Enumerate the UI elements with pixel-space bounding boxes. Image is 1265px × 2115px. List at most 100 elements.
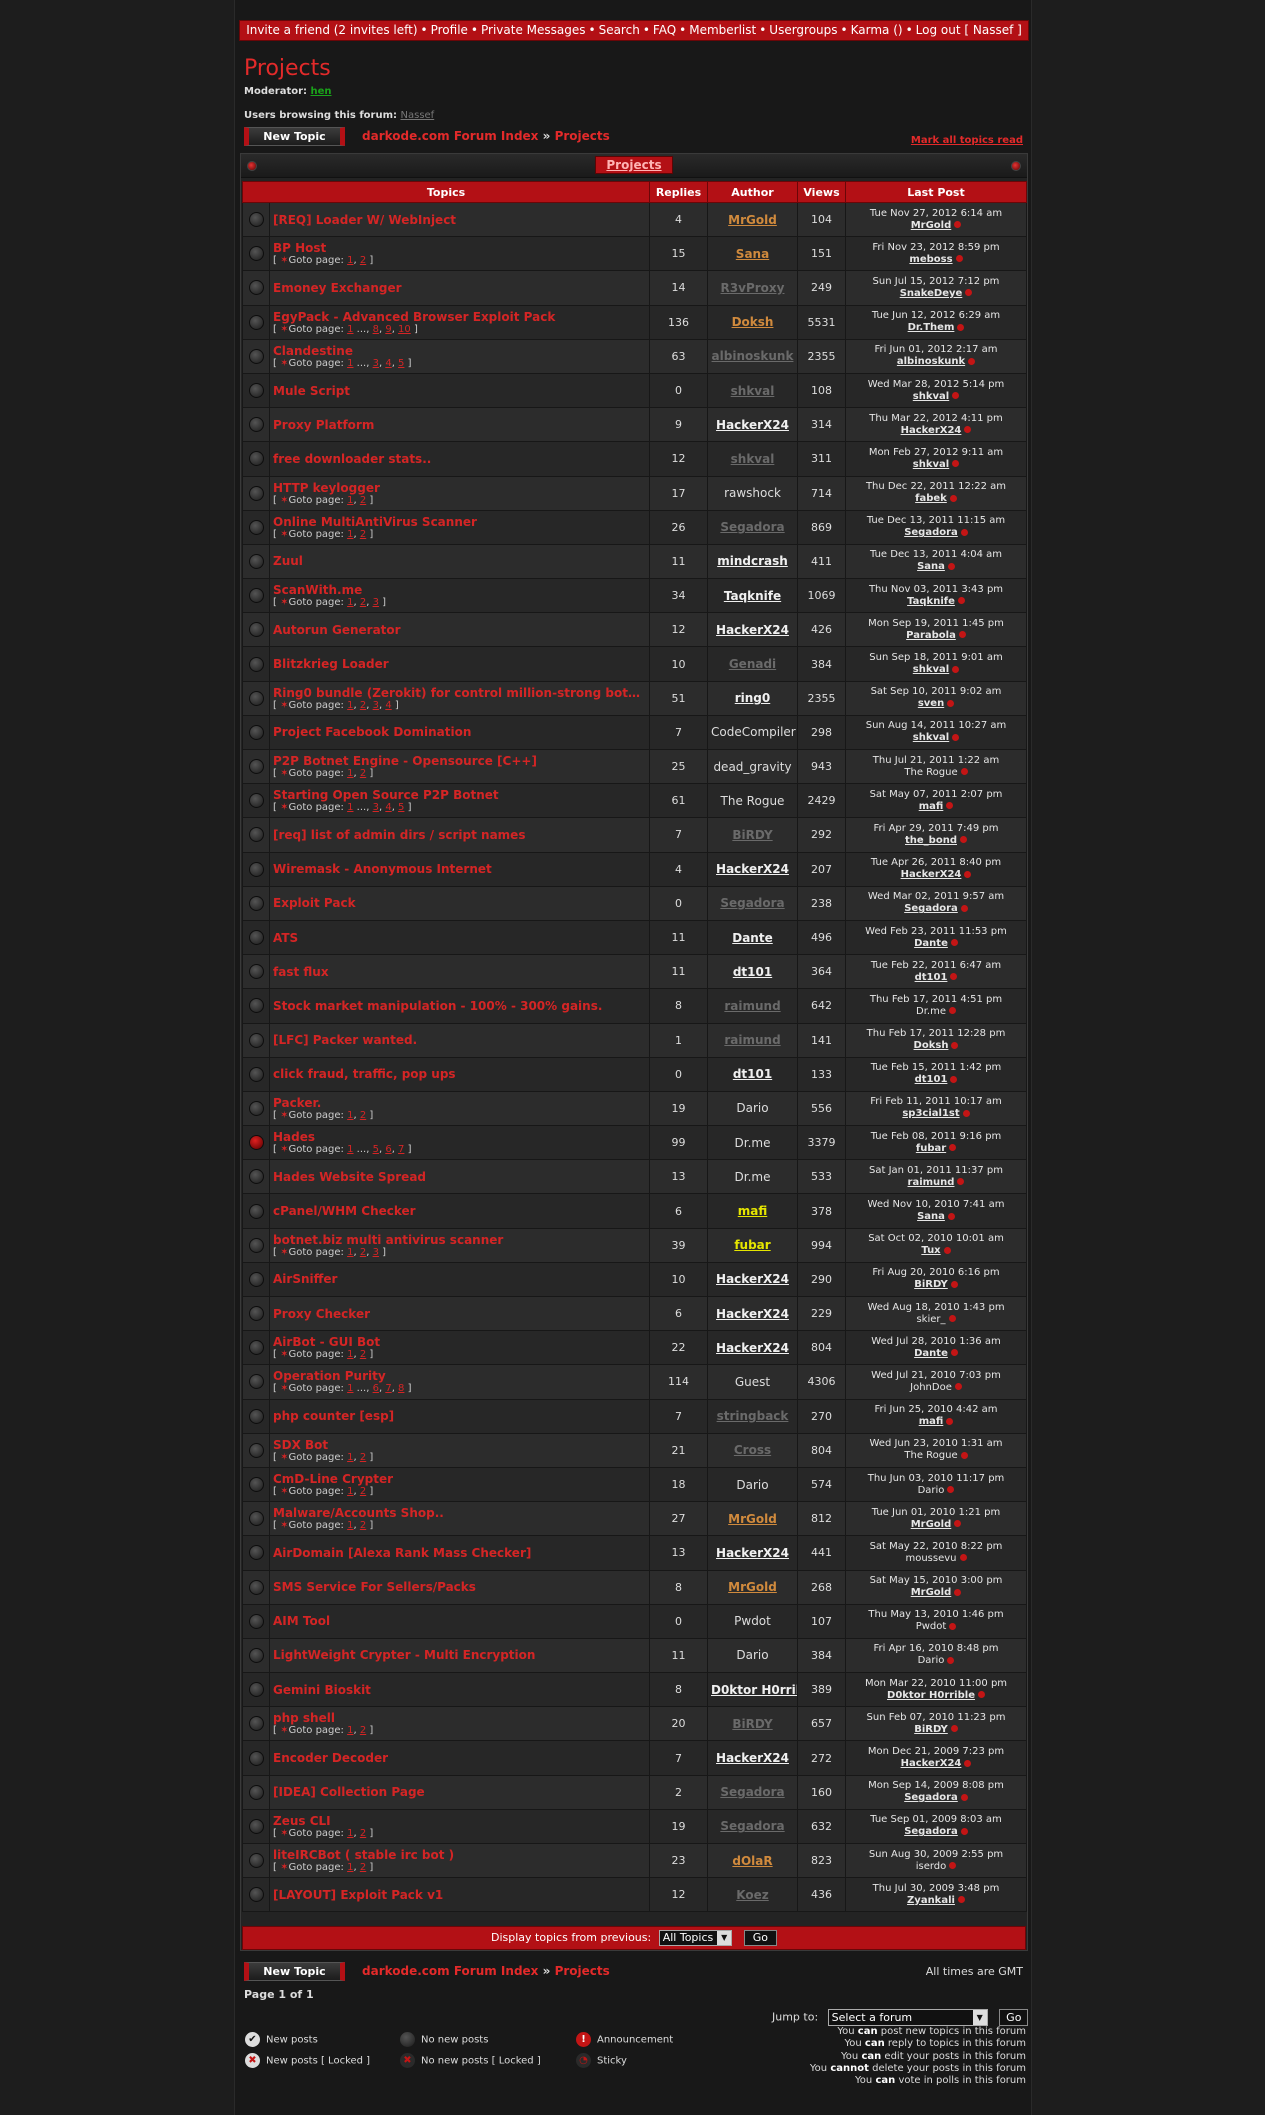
last-post-author[interactable]: HackerX24 [901,425,962,436]
topic-title-link[interactable]: Starting Open Source P2P Botnet [273,788,646,802]
topic-title-link[interactable]: Project Facebook Domination [273,725,646,739]
author-link[interactable]: HackerX24 [716,1341,789,1355]
goto-page-link[interactable]: 2 [360,1247,366,1258]
goto-page-link[interactable]: 1 [347,700,353,711]
goto-page-link[interactable]: 5 [398,802,404,813]
topic-title-link[interactable]: free downloader stats.. [273,452,646,466]
view-latest-post-icon[interactable] [952,392,960,400]
last-post-author[interactable]: Parabola [906,630,956,641]
view-latest-post-icon[interactable] [954,1588,962,1596]
view-latest-post-icon[interactable] [947,562,955,570]
view-latest-post-icon[interactable] [950,1725,958,1733]
view-latest-post-icon[interactable] [946,1417,954,1425]
author-link[interactable]: HackerX24 [716,1546,789,1560]
view-latest-post-icon[interactable] [959,1554,967,1562]
view-latest-post-icon[interactable] [954,221,962,229]
topic-title-link[interactable]: [LFC] Packer wanted. [273,1033,646,1047]
goto-page-link[interactable]: 2 [360,529,366,540]
last-post-author[interactable]: shkval [913,391,949,402]
view-latest-post-icon[interactable] [952,460,960,468]
view-latest-post-icon[interactable] [960,528,968,536]
author-link[interactable]: BiRDY [732,828,772,842]
author-link[interactable]: Segadora [720,520,784,534]
topic-title-link[interactable]: Zuul [273,554,646,568]
last-post-author[interactable]: HackerX24 [901,869,962,880]
view-latest-post-icon[interactable] [964,1759,972,1767]
author-link[interactable]: HackerX24 [716,1751,789,1765]
goto-page-link[interactable]: 3 [373,802,379,813]
topic-title-link[interactable]: AirBot - GUI Bot [273,1335,646,1349]
view-latest-post-icon[interactable] [949,494,957,502]
breadcrumb-current[interactable]: Projects [555,129,610,143]
author-link[interactable]: HackerX24 [716,862,789,876]
goto-page-link[interactable]: 2 [360,495,366,506]
author-link[interactable]: Segadora [720,1785,784,1799]
nav-link-4[interactable]: FAQ [653,23,676,37]
moderator-link[interactable]: hen [311,86,332,97]
view-latest-post-icon[interactable] [957,1896,965,1904]
last-post-author[interactable]: Sana [917,561,945,572]
author-link[interactable]: shkval [731,452,775,466]
view-latest-post-icon[interactable] [960,1793,968,1801]
view-latest-post-icon[interactable] [950,1349,958,1357]
nav-link-0[interactable]: Invite a friend (2 invites left) [246,23,417,37]
view-latest-post-icon[interactable] [950,973,958,981]
view-latest-post-icon[interactable] [960,836,967,844]
view-latest-post-icon[interactable] [950,1075,958,1083]
last-post-author[interactable]: Dr.Them [908,322,955,333]
view-latest-post-icon[interactable] [946,802,954,810]
author-link[interactable]: D0ktor H0rrible [711,1683,797,1697]
nav-link-6[interactable]: Usergroups [769,23,837,37]
view-latest-post-icon[interactable] [947,1212,955,1220]
jump-forum-select[interactable]: Select a forum ▼ [827,2009,988,2026]
goto-page-link[interactable]: 2 [360,1725,366,1736]
topic-title-link[interactable]: Malware/Accounts Shop.. [273,1506,646,1520]
topic-title-link[interactable]: Proxy Checker [273,1307,646,1321]
last-post-author[interactable]: D0ktor H0rrible [887,1690,975,1701]
goto-page-link[interactable]: 2 [360,1828,366,1839]
goto-page-link[interactable]: 1 [347,1486,353,1497]
author-link[interactable]: stringback [717,1409,789,1423]
topic-title-link[interactable]: php counter [esp] [273,1409,646,1423]
author-link[interactable]: R3vProxy [721,281,785,295]
goto-page-link[interactable]: 1 [347,1383,353,1394]
topic-title-link[interactable]: Operation Purity [273,1369,646,1383]
author-link[interactable]: MrGold [728,1512,777,1526]
view-latest-post-icon[interactable] [949,1144,957,1152]
goto-page-link[interactable]: 3 [373,1247,379,1258]
topic-title-link[interactable]: [IDEA] Collection Page [273,1785,646,1799]
new-topic-button[interactable]: New Topic [244,127,345,146]
author-link[interactable]: MrGold [728,1580,777,1594]
author-link[interactable]: Doksh [732,315,774,329]
topic-title-link[interactable]: AirDomain [Alexa Rank Mass Checker] [273,1546,646,1560]
topic-title-link[interactable]: Hades [273,1130,646,1144]
goto-page-link[interactable]: 6 [385,1144,391,1155]
view-latest-post-icon[interactable] [957,323,965,331]
view-latest-post-icon[interactable] [950,1280,958,1288]
goto-page-link[interactable]: 2 [360,1452,366,1463]
goto-page-link[interactable]: 1 [347,1862,353,1873]
goto-page-link[interactable]: 1 [347,1110,353,1121]
last-post-author[interactable]: dt101 [915,1074,948,1085]
topic-title-link[interactable]: Blitzkrieg Loader [273,657,646,671]
topic-title-link[interactable]: CmD-Line Crypter [273,1472,646,1486]
topic-title-link[interactable]: SMS Service For Sellers/Packs [273,1580,646,1594]
breadcrumb-forum-index[interactable]: darkode.com Forum Index [362,1964,538,1978]
topic-title-link[interactable]: Clandestine [273,344,646,358]
topic-title-link[interactable]: P2P Botnet Engine - Opensource [C++] [273,754,646,768]
last-post-author[interactable]: MrGold [911,1519,952,1530]
breadcrumb-current[interactable]: Projects [555,1964,610,1978]
topic-title-link[interactable]: Hades Website Spread [273,1170,646,1184]
author-link[interactable]: Koez [736,1888,768,1902]
author-link[interactable]: dt101 [733,965,772,979]
goto-page-link[interactable]: 4 [385,358,391,369]
view-latest-post-icon[interactable] [948,1007,956,1015]
author-link[interactable]: Dante [732,931,772,945]
author-link[interactable]: HackerX24 [716,1272,789,1286]
topic-title-link[interactable]: [LAYOUT] Exploit Pack v1 [273,1888,646,1902]
goto-page-link[interactable]: 3 [373,597,379,608]
view-latest-post-icon[interactable] [960,904,968,912]
topic-title-link[interactable]: Proxy Platform [273,418,646,432]
goto-page-link[interactable]: 1 [347,1144,353,1155]
goto-page-link[interactable]: 1 [347,358,353,369]
